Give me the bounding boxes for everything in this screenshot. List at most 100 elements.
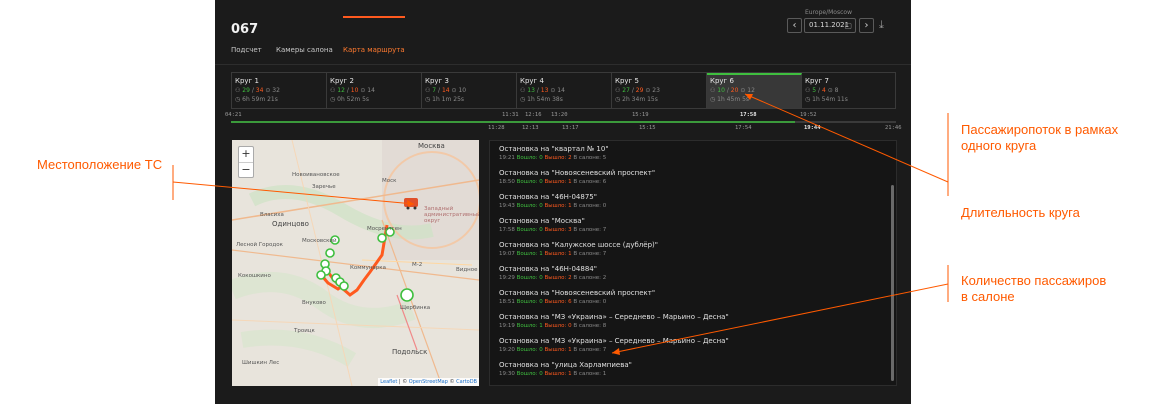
round-card[interactable]: Круг 7 ⚇ 5 / 4 ⊙ 8 ◷ 1h 54m 11s bbox=[802, 73, 897, 108]
round-out: 4 bbox=[821, 87, 826, 94]
round-name: Круг 5 bbox=[615, 77, 639, 85]
round-card[interactable]: Круг 2 ⚇ 12 / 10 ⊙ 14 ◷ 0h 52m 5s bbox=[327, 73, 422, 108]
round-out: 13 bbox=[540, 87, 549, 94]
osm-link[interactable]: OpenStreetMap bbox=[409, 379, 448, 385]
zoom-control: + − bbox=[238, 146, 254, 178]
list-item[interactable]: Остановка на "Новоясеневский проспект" 1… bbox=[499, 169, 655, 185]
list-item[interactable]: Остановка на "Новоясеневский проспект" 1… bbox=[499, 289, 655, 305]
round-onboard: 8 bbox=[834, 87, 839, 94]
list-item[interactable]: Остановка на "МЗ «Украина» – Середнево –… bbox=[499, 313, 729, 329]
map-label: Заречье bbox=[312, 184, 336, 190]
list-item[interactable]: Остановка на "МЗ «Украина» – Середнево –… bbox=[499, 337, 729, 353]
stop-name: Остановка на "Новоясеневский проспект" bbox=[499, 289, 656, 297]
round-in: 10 bbox=[717, 87, 725, 94]
map-label: Моск bbox=[382, 178, 397, 184]
round-out: 29 bbox=[635, 87, 644, 94]
round-name: Круг 1 bbox=[235, 77, 259, 85]
map-label: Видное bbox=[456, 267, 478, 273]
round-out: 10 bbox=[350, 87, 359, 94]
round-out: 34 bbox=[255, 87, 264, 94]
map-label: Подольск bbox=[392, 348, 428, 356]
round-duration: 0h 52m 5s bbox=[337, 96, 370, 103]
page-title: 067 bbox=[231, 22, 259, 37]
map-label: М-2 bbox=[412, 262, 423, 268]
route-map[interactable]: + − Москва Новоивановское Заречье Власих… bbox=[232, 140, 479, 386]
round-duration: 6h 59m 21s bbox=[242, 96, 278, 103]
date-picker[interactable]: 01.11.2021 ▢ bbox=[804, 18, 856, 33]
timeline-time: 19:52 bbox=[800, 112, 817, 118]
round-in: 12 bbox=[337, 87, 345, 94]
round-duration: 1h 1m 25s bbox=[432, 96, 465, 103]
map-label: Москва bbox=[418, 142, 445, 150]
timeline-time-active: 17:58 bbox=[740, 112, 757, 118]
timeline-time: 12:13 bbox=[522, 125, 539, 131]
tab-count[interactable]: Подсчет bbox=[231, 46, 262, 54]
round-in: 27 bbox=[622, 87, 630, 94]
list-item[interactable]: Остановка на "46Н-04875" 19:43 Вошло: 0 … bbox=[499, 193, 606, 209]
list-item[interactable]: Остановка на "46Н-04884" 19:29 Вошло: 0 … bbox=[499, 265, 606, 281]
stop-name: Остановка на "квартал № 10" bbox=[499, 145, 609, 153]
map-label: Троицк bbox=[294, 328, 315, 334]
map-label: Лесной Городок bbox=[236, 242, 283, 248]
annotation-passengers-onboard: Количество пассажиров в салоне bbox=[961, 273, 1107, 304]
round-name: Круг 4 bbox=[520, 77, 544, 85]
round-in: 7 bbox=[432, 87, 437, 94]
tab-cabin-cameras[interactable]: Камеры салона bbox=[276, 46, 333, 54]
timeline-time: 13:20 bbox=[551, 112, 568, 118]
list-item[interactable]: Остановка на "квартал № 10" 19:21 Вошло:… bbox=[499, 145, 609, 161]
round-in: 5 bbox=[812, 87, 817, 94]
tab-route-map[interactable]: Карта маршрута bbox=[343, 46, 405, 54]
map-label: Внуково bbox=[302, 300, 326, 306]
round-name: Круг 6 bbox=[710, 77, 734, 85]
map-label: Мосрентген bbox=[367, 226, 402, 232]
list-item[interactable]: Остановка на "Калужское шоссе (дублёр)" … bbox=[499, 241, 658, 257]
stop-name: Остановка на "Новоясеневский проспект" bbox=[499, 169, 656, 177]
timeline-time: 15:19 bbox=[632, 112, 649, 118]
next-date-button[interactable]: › bbox=[859, 18, 874, 33]
round-name: Круг 7 bbox=[805, 77, 829, 85]
scrollbar[interactable] bbox=[891, 185, 894, 381]
timeline-time: 17:54 bbox=[735, 125, 752, 131]
round-card[interactable]: Круг 3 ⚇ 7 / 14 ⊙ 10 ◷ 1h 1m 25s bbox=[422, 73, 517, 108]
timeline-end: 21:46 bbox=[885, 125, 902, 131]
timeline-time: 12:16 bbox=[525, 112, 542, 118]
active-tab-indicator bbox=[343, 16, 405, 18]
timeline-bar-remaining bbox=[795, 121, 896, 123]
round-onboard: 32 bbox=[272, 87, 280, 94]
map-label: Коммунарка bbox=[350, 265, 386, 271]
round-duration: 1h 45m 5s bbox=[717, 96, 750, 103]
round-in: 13 bbox=[527, 87, 535, 94]
round-card[interactable]: Круг 1 ⚇ 29 / 34 ⊙ 32 ◷ 6h 59m 21s bbox=[232, 73, 327, 108]
zoom-out-button[interactable]: − bbox=[239, 162, 253, 177]
zoom-in-button[interactable]: + bbox=[239, 147, 253, 162]
round-card-active[interactable]: Круг 6 ⚇ 10 / 20 ⊙ 12 ◷ 1h 45m 5s bbox=[707, 73, 802, 108]
round-card[interactable]: Круг 5 ⚇ 27 / 29 ⊙ 23 ◷ 2h 34m 15s bbox=[612, 73, 707, 108]
round-card[interactable]: Круг 4 ⚇ 13 / 13 ⊙ 14 ◷ 1h 54m 38s bbox=[517, 73, 612, 108]
round-onboard: 23 bbox=[652, 87, 660, 94]
stop-name: Остановка на "МЗ «Украина» – Середнево –… bbox=[499, 337, 729, 345]
map-label: Западный административный округ bbox=[424, 206, 479, 224]
map-label: Щербинка bbox=[400, 305, 431, 311]
map-label: Новоивановское bbox=[292, 172, 340, 178]
chevron-right-icon: › bbox=[864, 20, 869, 31]
round-out: 20 bbox=[730, 87, 739, 94]
list-item[interactable]: Остановка на "Москва" 17:58 Вошло: 0 Выш… bbox=[499, 217, 606, 233]
stops-list[interactable]: Остановка на "квартал № 10" 19:21 Вошло:… bbox=[489, 140, 897, 386]
round-onboard: 14 bbox=[557, 87, 565, 94]
map-label: Власиха bbox=[260, 212, 284, 218]
list-item[interactable]: Остановка на "улица Харлампиева" 19:30 В… bbox=[499, 361, 632, 377]
download-icon[interactable]: ⤓ bbox=[879, 18, 884, 32]
round-in: 29 bbox=[242, 87, 250, 94]
round-duration: 2h 34m 15s bbox=[622, 96, 658, 103]
stage: 067 Europe/Moscow ‹ 01.11.2021 ▢ › ⤓ Под… bbox=[0, 0, 1167, 404]
prev-date-button[interactable]: ‹ bbox=[787, 18, 802, 33]
round-duration: 1h 54m 11s bbox=[812, 96, 848, 103]
stop-name: Остановка на "46Н-04875" bbox=[499, 193, 597, 201]
leaflet-link[interactable]: Leaflet bbox=[380, 379, 397, 385]
round-onboard: 14 bbox=[367, 87, 375, 94]
app-window: 067 Europe/Moscow ‹ 01.11.2021 ▢ › ⤓ Под… bbox=[215, 0, 911, 404]
timeline-time: 13:17 bbox=[562, 125, 579, 131]
stop-name: Остановка на "Москва" bbox=[499, 217, 585, 225]
carto-link[interactable]: CartoDB bbox=[456, 379, 477, 385]
chevron-left-icon: ‹ bbox=[792, 20, 797, 31]
